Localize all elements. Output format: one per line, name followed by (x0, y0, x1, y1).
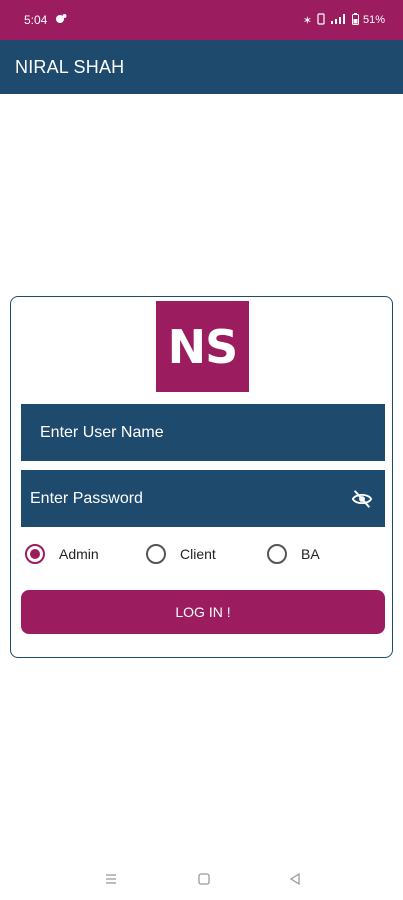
home-icon[interactable] (197, 872, 211, 889)
menu-icon[interactable] (104, 872, 118, 889)
username-field[interactable] (21, 404, 385, 461)
radio-selected-dot (30, 549, 40, 559)
radio-ba-circle[interactable] (267, 544, 287, 564)
eye-off-icon[interactable] (351, 488, 373, 510)
system-nav-bar (0, 862, 403, 900)
login-button[interactable]: LOG IN ! (21, 590, 385, 634)
radio-admin-label: Admin (59, 546, 99, 562)
vibrate-icon (316, 12, 326, 28)
radio-ba-label: BA (301, 546, 320, 562)
login-card: NS Admin Client BA LOG IN ! (10, 296, 393, 658)
status-left: 5:04 (24, 13, 67, 28)
ns-logo: NS (156, 301, 249, 392)
username-input[interactable] (40, 423, 340, 442)
notification-icon (55, 13, 67, 28)
back-icon[interactable] (288, 872, 302, 889)
radio-admin-circle[interactable] (25, 544, 45, 564)
radio-client-label: Client (180, 546, 216, 562)
password-input[interactable] (30, 489, 330, 508)
app-bar: NIRAL SHAH (0, 40, 403, 94)
logo-text: NS (167, 319, 239, 374)
role-radio-group: Admin Client BA (25, 544, 380, 568)
battery-level: 51% (362, 14, 385, 26)
radio-client-circle[interactable] (146, 544, 166, 564)
battery-icon (351, 12, 359, 28)
password-field[interactable] (21, 470, 385, 527)
status-time: 5:04 (24, 13, 48, 27)
status-bar: 5:04 ✶ 51% (0, 0, 403, 40)
app-title: NIRAL SHAH (15, 56, 125, 77)
radio-admin[interactable]: Admin (25, 544, 99, 564)
signal-icon (330, 13, 348, 28)
radio-client[interactable]: Client (146, 544, 216, 564)
status-right: ✶ 51% (302, 12, 385, 28)
bluetooth-icon: ✶ (302, 14, 312, 27)
radio-ba[interactable]: BA (267, 544, 320, 564)
